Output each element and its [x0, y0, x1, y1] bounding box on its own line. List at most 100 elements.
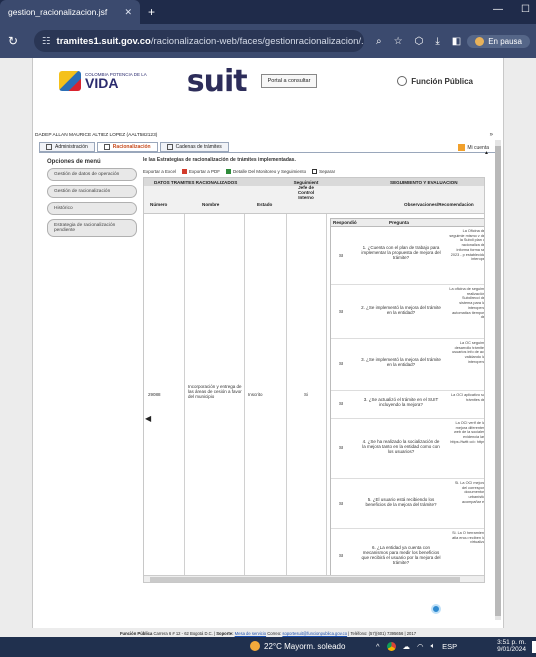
footer-telefono: | Teléfono: (57)(601) 7395656 | 2017 — [348, 631, 417, 636]
pause-label: En pausa — [488, 36, 522, 46]
col-seguimiento-jefe[interactable]: Seguimient Jefe de Control Interno — [290, 180, 322, 200]
question-row: SI 3. ¿Se implementó la mejora del trámi… — [331, 339, 484, 391]
clock[interactable]: 3:51 p. m. 9/01/2024 — [497, 639, 526, 654]
logo-main-text: VIDA — [85, 75, 119, 92]
url-field[interactable]: ☷ tramites1.suit.gov.co /racionalizacion… — [34, 30, 364, 52]
cell-nombre: Incorporación y entrega de las áreas de … — [188, 384, 242, 399]
volume-icon[interactable]: 🔈︎ — [431, 641, 436, 651]
question-response: SI — [339, 309, 344, 314]
question-text: 4. ¿Se ha realizado la socialización de … — [362, 439, 440, 454]
portal-select[interactable]: Portal a consultar — [260, 74, 318, 88]
vertical-scrollbar[interactable] — [495, 140, 501, 620]
question-response: SI — [339, 553, 344, 558]
site-settings-icon[interactable]: ☷ — [42, 36, 51, 47]
question-observation: La OCI verif de la mejora diferentes web… — [450, 421, 485, 444]
question-row: SI 3. ¿Se actualizó el trámite en el SUI… — [331, 391, 485, 419]
language-indicator[interactable]: ESP — [442, 642, 457, 651]
suit-logo: suit — [186, 63, 248, 99]
cloud-icon[interactable]: ☁ — [403, 642, 411, 651]
web-page: COLOMBIA POTENCIA DE LA VIDA suit Portal… — [32, 58, 504, 628]
tab-administracion[interactable]: Administración — [39, 142, 95, 152]
col-observaciones[interactable]: Observaciones/Recomendacion — [404, 202, 474, 207]
col-nombre[interactable]: Nombre — [202, 202, 219, 207]
sidepanel-icon[interactable]: ◧ — [452, 36, 461, 47]
sidebar-item-gestion-racionalizacion[interactable]: Gestión de racionalización — [47, 185, 137, 198]
tab-title: gestion_racionalizacion.jsf — [8, 7, 108, 17]
chrome-icon[interactable] — [386, 641, 396, 651]
horizontal-scrollbar[interactable] — [144, 575, 484, 582]
col-estado[interactable]: Estado — [257, 202, 272, 207]
tab-cadenas[interactable]: Cadenas de trámites — [159, 142, 229, 152]
tray-expand-icon[interactable]: ^ — [376, 642, 380, 651]
grid-column-header: Número Nombre Estado Seguimient Jefe de … — [144, 180, 484, 214]
sidebar-item-historico[interactable]: Histórico — [47, 202, 137, 215]
pdf-icon — [182, 169, 188, 174]
zoom-icon[interactable]: ⌕ — [376, 36, 382, 47]
separar-button[interactable]: Separar — [312, 169, 335, 174]
extensions-icon[interactable]: ⬡ — [415, 36, 424, 47]
question-text: 3. ¿Se actualizó el trámite en el SUIT i… — [363, 397, 439, 407]
colombia-logo-mark-icon — [59, 71, 81, 91]
question-text: 6. ¿La entidad ya cuenta con mecanismos … — [361, 545, 441, 565]
help-bubble-icon[interactable] — [431, 604, 441, 614]
export-pdf-button[interactable]: Exportar a PDF — [182, 169, 220, 174]
separar-label: Separar — [319, 169, 336, 174]
seguimiento-header: SEGUIMIENTO Y EVALUACION — [390, 179, 458, 185]
account-icon — [458, 144, 466, 151]
wifi-icon[interactable]: ◠ — [417, 642, 424, 651]
export-excel-button[interactable]: Exportar a Excel — [143, 169, 176, 174]
mesa-servicio-link[interactable]: Mesa de servicio — [235, 631, 266, 636]
maximize-icon[interactable]: ☐ — [521, 4, 530, 15]
sidebar-item-datos-operacion[interactable]: Gestión de datos de operación — [47, 168, 137, 181]
question-observation: Si. La O herramient atla encu reciben lo… — [452, 531, 485, 545]
question-row: SI 5. ¿El usuario está recibiendo los be… — [331, 479, 484, 529]
show-desktop-button[interactable] — [532, 641, 536, 653]
tab-racionalizacion[interactable]: Racionalización — [96, 142, 158, 152]
content-title: le las Estrategias de racionalización de… — [143, 157, 296, 163]
address-bar-row: ↻ ☷ tramites1.suit.gov.co /racionalizaci… — [0, 24, 536, 58]
chain-icon — [166, 144, 173, 150]
new-tab-button[interactable]: + — [148, 5, 155, 19]
export-toolbar: Exportar a Excel Exportar a PDF Detalle … — [143, 169, 493, 174]
sync-paused-button[interactable]: En pausa — [467, 34, 530, 48]
question-row: SI 4. ¿Se ha realizado la socialización … — [331, 419, 485, 479]
detalle-label: Detalle Del Monitoreo y Seguimiento — [233, 169, 307, 174]
edit-icon — [103, 144, 110, 150]
question-row: SI 2. ¿Se implementó la mejora del trámi… — [331, 285, 485, 339]
question-observation: La OCI aplicativo su trámites de — [451, 393, 485, 402]
tab-label: Cadenas de trámites — [175, 144, 222, 150]
download-icon[interactable]: ⤓ — [435, 36, 439, 47]
footer-org: Función Pública — [119, 631, 153, 636]
col-numero[interactable]: Número — [150, 202, 167, 207]
question-observation: La oficina de seguimi realización Subdir… — [449, 287, 485, 320]
minimize-icon[interactable]: — — [493, 4, 503, 15]
bookmark-star-icon[interactable]: ☆ — [394, 36, 403, 47]
browser-tab[interactable]: gestion_racionalizacion.jsf ✕ — [0, 0, 140, 24]
funcion-publica-logo: Función Pública — [397, 76, 473, 86]
main-nav: Administración Racionalización Cadenas d… — [39, 142, 229, 152]
detalle-monitoreo-button[interactable]: Detalle Del Monitoreo y Seguimiento — [226, 169, 306, 174]
support-email-link[interactable]: soportesuit@funcionpublica.gov.co — [282, 631, 347, 636]
scroll-up-icon[interactable]: ▲ — [484, 150, 489, 156]
cell-estado: Inscrito — [248, 392, 263, 397]
footer-address: Carrera 6 # 12 - 62 Bogotá D.C. | — [153, 631, 216, 636]
tab-label: Racionalización — [112, 144, 151, 150]
close-tab-icon[interactable]: ✕ — [124, 7, 132, 18]
weather-widget[interactable]: 22°C Mayorm. soleado — [250, 641, 345, 651]
footer-soporte-label: Soporte: — [216, 631, 234, 636]
nav-divider — [39, 152, 495, 153]
horizontal-scroll-thumb[interactable] — [150, 577, 460, 582]
clock-time: 3:51 p. m. — [497, 639, 526, 646]
os-taskbar: 22°C Mayorm. soleado ^ ☁ ◠ 🔈︎ ESP 3:51 p… — [0, 637, 536, 657]
expand-arrow-icon[interactable]: » — [490, 132, 493, 138]
vertical-scroll-thumb[interactable] — [495, 146, 501, 616]
questions-header: Respondió Pregunta — [331, 219, 484, 227]
cell-seguimiento: Si — [304, 392, 309, 397]
url-host: tramites1.suit.gov.co — [56, 35, 151, 47]
seal-icon — [397, 76, 408, 86]
question-observation: La Oficina de seguimie mismo v de la Sub… — [449, 229, 485, 262]
sidebar-title: Opciones de menú — [47, 159, 101, 165]
reload-icon[interactable]: ↻ — [8, 34, 24, 48]
table-row[interactable]: 29088 Incorporación y entrega de las áre… — [144, 214, 485, 582]
sidebar-item-estrategia-pendiente[interactable]: Estrategia de racionalización pendiente — [47, 219, 137, 237]
